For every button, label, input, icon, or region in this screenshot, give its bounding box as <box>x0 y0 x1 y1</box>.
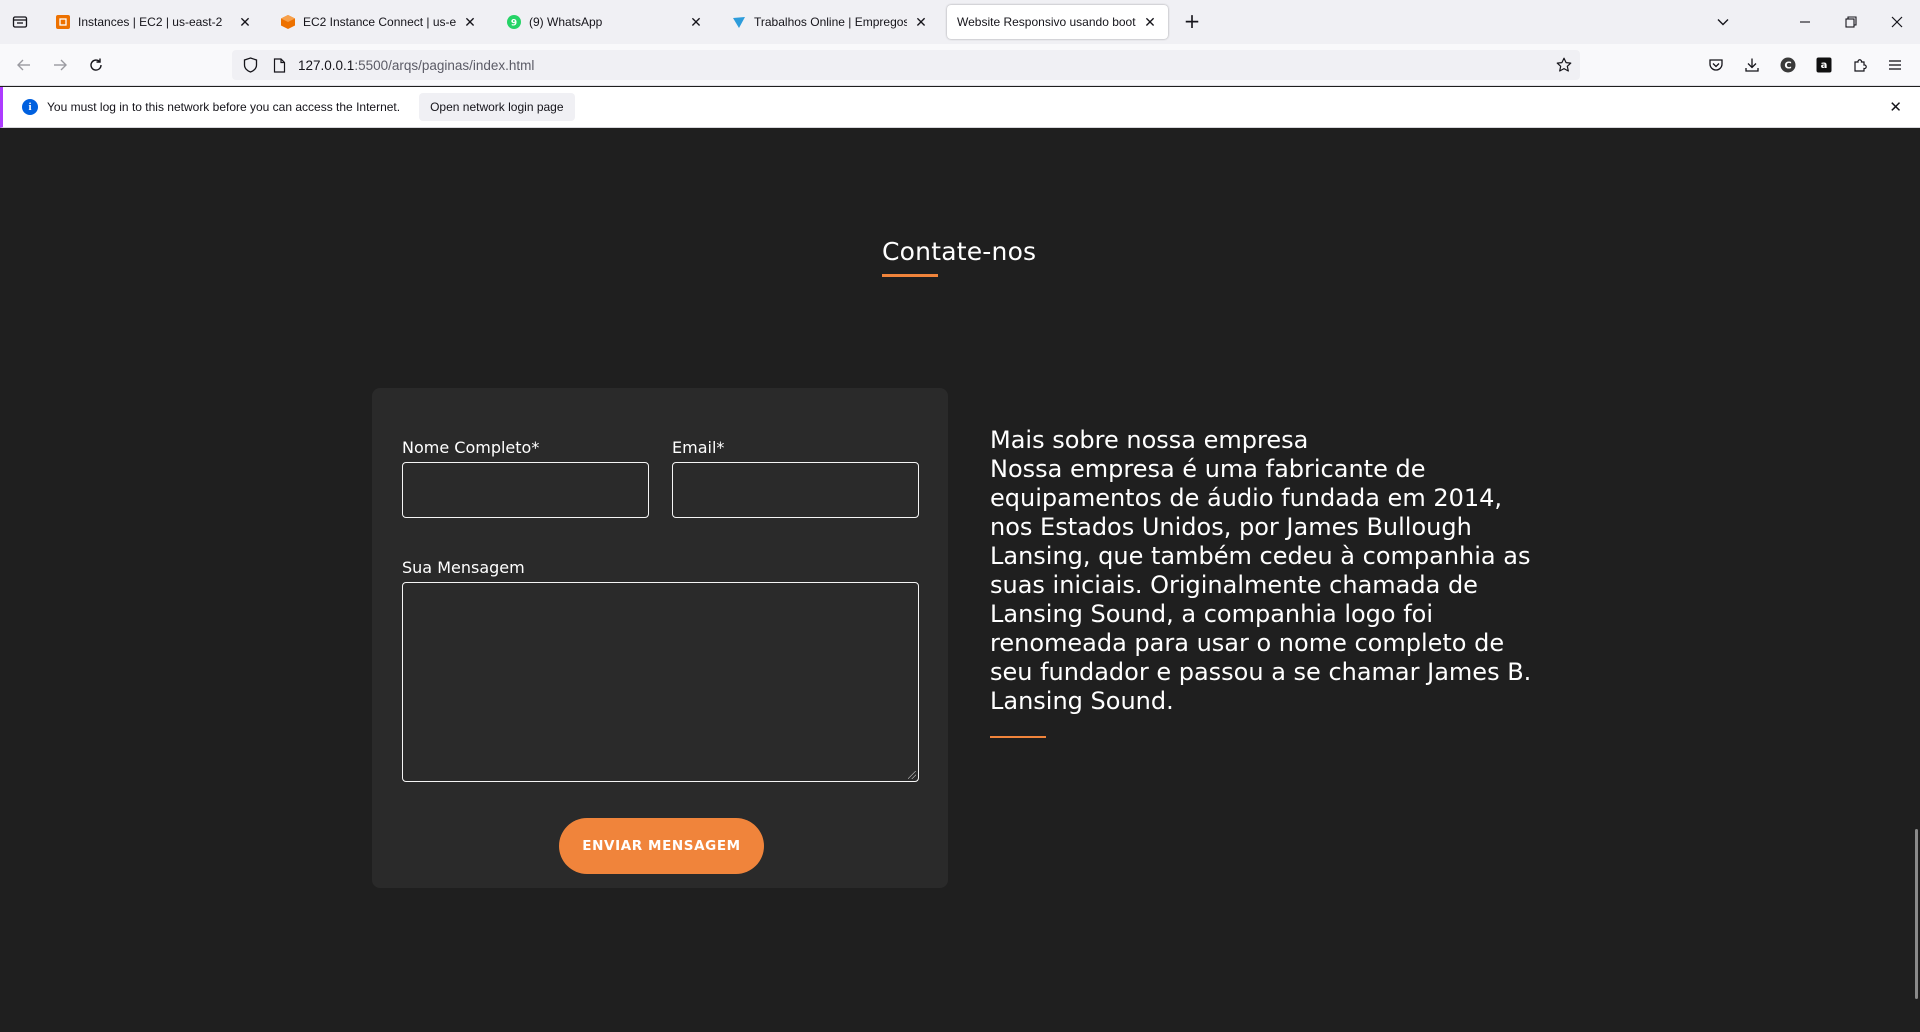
minimize-icon <box>1800 21 1810 23</box>
arrow-right-icon <box>54 59 67 71</box>
minimize-button[interactable] <box>1782 0 1828 44</box>
restore-icon <box>1845 16 1857 28</box>
tab-trabalhos-online[interactable]: Trabalhos Online | Empregos de ✕ <box>721 5 939 39</box>
back-button[interactable] <box>11 52 37 78</box>
svg-text:9: 9 <box>511 19 517 29</box>
tab-title: (9) WhatsApp <box>529 15 603 29</box>
svg-text:a: a <box>1821 60 1828 71</box>
downloads-button[interactable] <box>1739 52 1765 78</box>
notification-message: You must log in to this network before y… <box>47 100 401 114</box>
tab-website-responsivo[interactable]: Website Responsivo usando bootstr ✕ <box>947 5 1168 39</box>
aws-ec2-icon <box>55 14 71 30</box>
tab-title: EC2 Instance Connect | us-east- <box>303 15 456 29</box>
navigation-toolbar: 127.0.0.1:5500/arqs/paginas/index.html C… <box>0 44 1920 86</box>
url-path: :5500/arqs/paginas/index.html <box>354 57 535 73</box>
forward-button[interactable] <box>47 52 73 78</box>
amazon-icon: a <box>1816 57 1832 73</box>
about-underline <box>990 736 1046 738</box>
close-tab-icon[interactable]: ✕ <box>462 14 478 30</box>
puzzle-icon <box>1854 59 1867 72</box>
tab-bar: Instances | EC2 | us-east-2 ✕ EC2 Instan… <box>0 0 1920 44</box>
close-tab-icon[interactable]: ✕ <box>913 14 929 30</box>
captive-portal-notification: i You must log in to this network before… <box>0 87 1920 128</box>
pocket-icon <box>1709 59 1723 71</box>
email-input[interactable] <box>672 462 919 518</box>
email-label: Email* <box>672 438 725 457</box>
about-company: Mais sobre nossa empresa Nossa empresa é… <box>990 426 1540 716</box>
info-icon: i <box>22 99 38 115</box>
svg-text:C: C <box>1784 61 1791 72</box>
tab-title: Trabalhos Online | Empregos de <box>754 15 907 29</box>
about-text: Nossa empresa é uma fabricante de equipa… <box>990 455 1532 715</box>
close-tab-icon[interactable]: ✕ <box>1142 14 1158 30</box>
tab-whatsapp[interactable]: 9 (9) WhatsApp ✕ <box>496 5 714 39</box>
close-icon[interactable]: ✕ <box>1889 98 1902 116</box>
url-text[interactable]: 127.0.0.1:5500/arqs/paginas/index.html <box>298 58 534 73</box>
page-scrollbar[interactable] <box>1915 829 1918 999</box>
page-icon[interactable] <box>270 57 288 73</box>
list-all-tabs-button[interactable] <box>1700 0 1746 44</box>
url-bar[interactable]: 127.0.0.1:5500/arqs/paginas/index.html <box>232 50 1580 80</box>
extensions-button[interactable] <box>1847 52 1873 78</box>
shield-icon[interactable] <box>240 57 260 73</box>
url-host: 127.0.0.1 <box>298 57 355 73</box>
close-window-button[interactable] <box>1874 0 1920 44</box>
arrow-left-icon <box>17 59 30 71</box>
full-name-input[interactable] <box>402 462 649 518</box>
whatsapp-icon: 9 <box>506 14 522 30</box>
firefox-view-button[interactable] <box>0 0 40 44</box>
extension-c-icon: C <box>1780 57 1796 73</box>
reload-icon <box>90 58 102 71</box>
message-label: Sua Mensagem <box>402 558 525 577</box>
about-heading: Mais sobre nossa empresa <box>990 426 1309 454</box>
hamburger-menu-icon <box>1889 60 1901 70</box>
name-label: Nome Completo* <box>402 438 540 457</box>
download-icon <box>1745 58 1759 72</box>
message-textarea[interactable] <box>402 582 919 782</box>
tab-ec2-instances[interactable]: Instances | EC2 | us-east-2 ✕ <box>45 5 263 39</box>
send-message-button[interactable]: ENVIAR MENSAGEM <box>559 818 764 874</box>
close-icon <box>1891 16 1903 28</box>
contact-form: Nome Completo* Email* Sua Mensagem ENVIA… <box>372 388 948 888</box>
extension-c-button[interactable]: C <box>1775 52 1801 78</box>
close-tab-icon[interactable]: ✕ <box>688 14 704 30</box>
contact-section-title: Contate-nos <box>882 237 1037 266</box>
new-tab-button[interactable]: + <box>1180 10 1204 34</box>
tab-title: Instances | EC2 | us-east-2 <box>78 15 223 29</box>
close-tab-icon[interactable]: ✕ <box>237 14 253 30</box>
open-login-page-button[interactable]: Open network login page <box>419 93 575 121</box>
firefox-view-icon <box>12 16 28 28</box>
pocket-button[interactable] <box>1703 52 1729 78</box>
chevron-down-icon <box>1717 19 1729 26</box>
tab-title: Website Responsivo usando bootstr <box>957 15 1136 29</box>
app-menu-button[interactable] <box>1882 52 1908 78</box>
workana-icon <box>731 14 747 30</box>
reload-button[interactable] <box>83 52 109 78</box>
tab-ec2-instance-connect[interactable]: EC2 Instance Connect | us-east- ✕ <box>270 5 488 39</box>
title-underline <box>882 274 938 277</box>
aws-cube-icon <box>280 14 296 30</box>
page-viewport: Contate-nos Nome Completo* Email* Sua Me… <box>0 134 1920 1032</box>
bookmark-star-icon[interactable] <box>1556 57 1572 76</box>
amazon-extension-button[interactable]: a <box>1811 52 1837 78</box>
restore-button[interactable] <box>1828 0 1874 44</box>
resize-grip-icon[interactable] <box>908 771 916 779</box>
